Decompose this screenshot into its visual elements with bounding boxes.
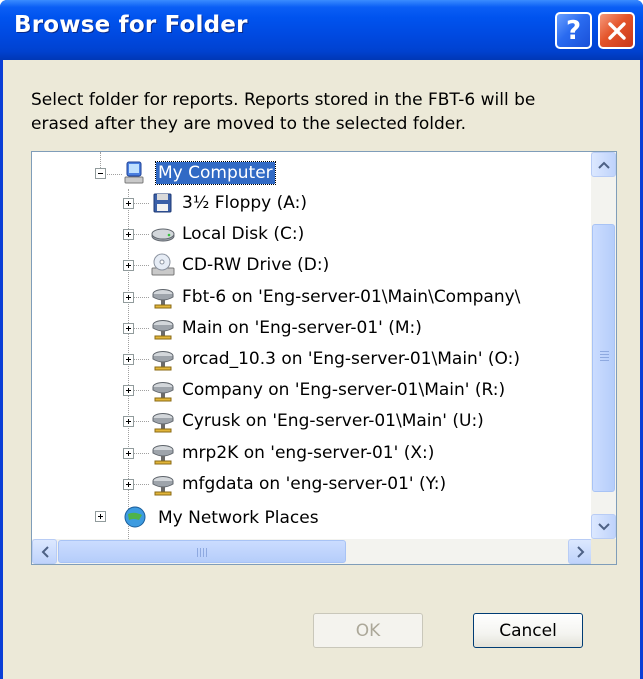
expand-toggle[interactable] (123, 229, 134, 241)
dialog-body: Select folder for reports. Reports store… (3, 60, 640, 679)
tree-node-local-disk-c[interactable]: Local Disk (C:) (32, 219, 593, 250)
hard-disk-icon (151, 228, 175, 242)
tree-node-label[interactable]: Local Disk (C:) (180, 223, 306, 245)
cancel-button[interactable]: Cancel (473, 613, 583, 648)
tree-node-my-network-places[interactable]: My Network Places (32, 499, 593, 530)
scroll-down-button[interactable] (591, 514, 616, 539)
network-drive-icon (152, 382, 174, 402)
expand-toggle[interactable] (123, 385, 134, 397)
chevron-left-icon (41, 545, 49, 558)
expand-toggle[interactable] (123, 447, 134, 459)
expand-toggle[interactable] (123, 354, 134, 365)
tree-node-label[interactable]: 3½ Floppy (A:) (180, 192, 309, 214)
horizontal-scrollbar[interactable] (32, 539, 593, 564)
grip-line (206, 548, 207, 557)
cd-drive-icon (151, 253, 175, 276)
tree-node-mfgdata-on-eng-server-01-y[interactable]: mfgdata on 'eng-server-01' (Y:) (32, 469, 593, 500)
grip-line (600, 354, 609, 355)
tree-node-mrp2k-on-eng-server-01-x[interactable]: mrp2K on 'eng-server-01' (X:) (32, 438, 593, 469)
tree-node-label[interactable]: orcad_10.3 on 'Eng-server-01\Main' (O:) (180, 348, 522, 370)
expand-toggle[interactable] (123, 478, 134, 490)
close-icon (607, 21, 626, 40)
floppy-icon (153, 193, 172, 213)
vertical-scroll-thumb[interactable] (592, 224, 615, 492)
browse-for-folder-dialog: Browse for Folder ? Select folder for re… (0, 0, 643, 679)
grip-line (600, 351, 609, 352)
chevron-down-icon (597, 522, 610, 530)
chevron-up-icon (597, 161, 610, 169)
scroll-right-button[interactable] (568, 539, 593, 564)
grip-line (600, 360, 609, 361)
grip-line (203, 548, 204, 557)
expand-toggle[interactable] (123, 416, 134, 428)
grip-line (200, 548, 201, 557)
title-bar[interactable]: Browse for Folder ? (0, 0, 643, 60)
tree-node-3-floppy-a[interactable]: 3½ Floppy (A:) (32, 188, 593, 219)
expand-toggle[interactable] (123, 260, 134, 272)
collapse-toggle[interactable] (95, 168, 106, 179)
network-drive-icon (152, 351, 174, 371)
tree-node-label[interactable]: Fbt-6 on 'Eng-server-01\Main\Company\ (180, 286, 522, 308)
instruction-text: Select folder for reports. Reports store… (31, 90, 536, 134)
tree-content: My Computer 3½ Floppy (A:) Local Disk (C:… (32, 152, 593, 539)
network-drive-icon (152, 475, 174, 496)
dialog-title: Browse for Folder (14, 12, 248, 38)
expand-toggle[interactable] (95, 511, 106, 522)
network-drive-icon (152, 319, 174, 340)
vertical-scrollbar[interactable] (591, 152, 616, 539)
network-drive-icon (152, 288, 174, 309)
horizontal-scroll-thumb[interactable] (58, 540, 346, 563)
tree-node-label[interactable]: Cyrusk on 'Eng-server-01\Main' (U:) (180, 410, 486, 432)
scroll-up-button[interactable] (591, 152, 616, 177)
tree-node-label[interactable]: CD-RW Drive (D:) (180, 254, 331, 276)
network-drive-icon (152, 413, 174, 433)
expand-toggle[interactable] (123, 291, 134, 303)
tree-node-label[interactable]: Company on 'Eng-server-01\Main' (R:) (180, 379, 507, 401)
network-places-icon (124, 506, 146, 528)
tree-node-orcad-10-3-on-eng-server-01-main-o[interactable]: orcad_10.3 on 'Eng-server-01\Main' (O:) (32, 344, 593, 375)
tree-node-cyrusk-on-eng-server-01-main-u[interactable]: Cyrusk on 'Eng-server-01\Main' (U:) (32, 406, 593, 437)
grip-line (197, 548, 198, 557)
folder-tree-view[interactable]: My Computer 3½ Floppy (A:) Local Disk (C:… (31, 151, 617, 565)
grip-line (600, 357, 609, 358)
ok-button[interactable]: OK (313, 613, 423, 648)
tree-node-fbt-6-on-eng-server-01-main-company[interactable]: Fbt-6 on 'Eng-server-01\Main\Company\ (32, 282, 593, 313)
scrollbar-corner (591, 539, 616, 564)
expand-toggle[interactable] (123, 322, 134, 334)
tree-node-cd-rw-drive-d[interactable]: CD-RW Drive (D:) (32, 250, 593, 281)
tree-node-company-on-eng-server-01-main-r[interactable]: Company on 'Eng-server-01\Main' (R:) (32, 375, 593, 406)
tree-node-label[interactable]: My Computer (155, 161, 276, 185)
chevron-right-icon (576, 545, 584, 558)
close-button[interactable] (598, 12, 635, 49)
tree-node-label[interactable]: mrp2K on 'eng-server-01' (X:) (180, 442, 436, 464)
expand-toggle[interactable] (123, 198, 134, 209)
tree-node-label[interactable]: mfgdata on 'eng-server-01' (Y:) (180, 473, 448, 495)
computer-icon (124, 161, 144, 184)
tree-node-main-on-eng-server-01-m[interactable]: Main on 'Eng-server-01' (M:) (32, 313, 593, 344)
scroll-left-button[interactable] (32, 539, 57, 564)
tree-node-label[interactable]: My Network Places (156, 507, 321, 529)
network-drive-icon (152, 444, 174, 465)
help-button[interactable]: ? (555, 12, 592, 49)
tree-node-label[interactable]: Main on 'Eng-server-01' (M:) (180, 317, 424, 339)
help-icon: ? (565, 15, 582, 46)
tree-node-my-computer[interactable]: My Computer (32, 158, 593, 189)
